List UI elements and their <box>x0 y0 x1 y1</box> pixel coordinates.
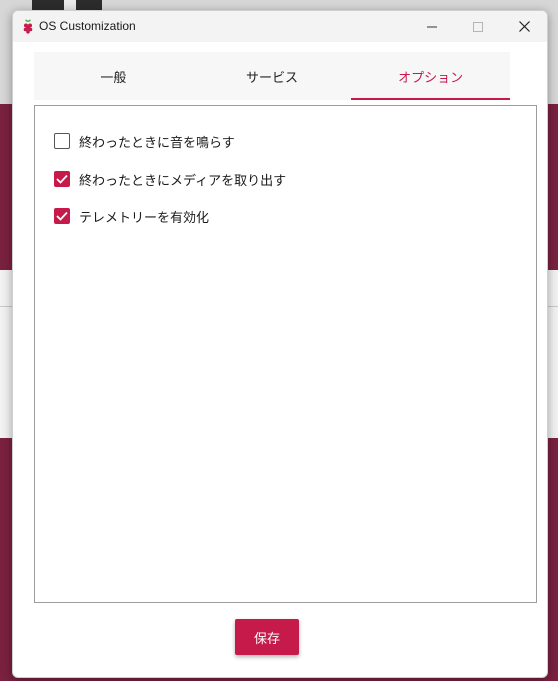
eject-media-checkbox[interactable] <box>54 171 70 187</box>
minimize-button[interactable] <box>409 11 455 42</box>
checkmark-icon <box>56 174 68 184</box>
play-sound-label: 終わったときに音を鳴らす <box>79 135 235 151</box>
enable-telemetry-label: テレメトリーを有効化 <box>79 210 210 226</box>
checkmark-icon <box>56 211 68 221</box>
tab-general-label: 一般 <box>100 70 127 86</box>
tab-options-label: オプション <box>398 70 464 86</box>
window-title: OS Customization <box>39 19 136 33</box>
play-sound-checkbox[interactable] <box>54 133 70 149</box>
option-play-sound[interactable]: 終わったときに音を鳴らす <box>54 131 235 151</box>
raspberry-icon <box>23 19 33 34</box>
minimize-icon <box>427 26 437 27</box>
tab-services-label: サービス <box>246 70 299 86</box>
os-customization-dialog: OS Customization 一般 サービス オプション 終わったときに音を… <box>12 10 548 678</box>
close-icon <box>518 21 530 32</box>
close-button[interactable] <box>501 11 547 42</box>
tab-services[interactable]: サービス <box>193 52 352 100</box>
enable-telemetry-checkbox[interactable] <box>54 208 70 224</box>
option-eject-media[interactable]: 終わったときにメディアを取り出す <box>54 169 286 189</box>
save-button[interactable]: 保存 <box>235 619 299 655</box>
options-panel: 終わったときに音を鳴らす 終わったときにメディアを取り出す テレメトリーを有効化 <box>34 105 537 603</box>
option-enable-telemetry[interactable]: テレメトリーを有効化 <box>54 206 209 226</box>
tab-general[interactable]: 一般 <box>34 52 193 100</box>
maximize-icon <box>473 21 483 32</box>
title-bar[interactable]: OS Customization <box>13 11 547 42</box>
maximize-button[interactable] <box>455 11 501 42</box>
tab-options[interactable]: オプション <box>351 52 510 100</box>
eject-media-label: 終わったときにメディアを取り出す <box>79 173 287 189</box>
tab-bar: 一般 サービス オプション <box>34 52 510 100</box>
